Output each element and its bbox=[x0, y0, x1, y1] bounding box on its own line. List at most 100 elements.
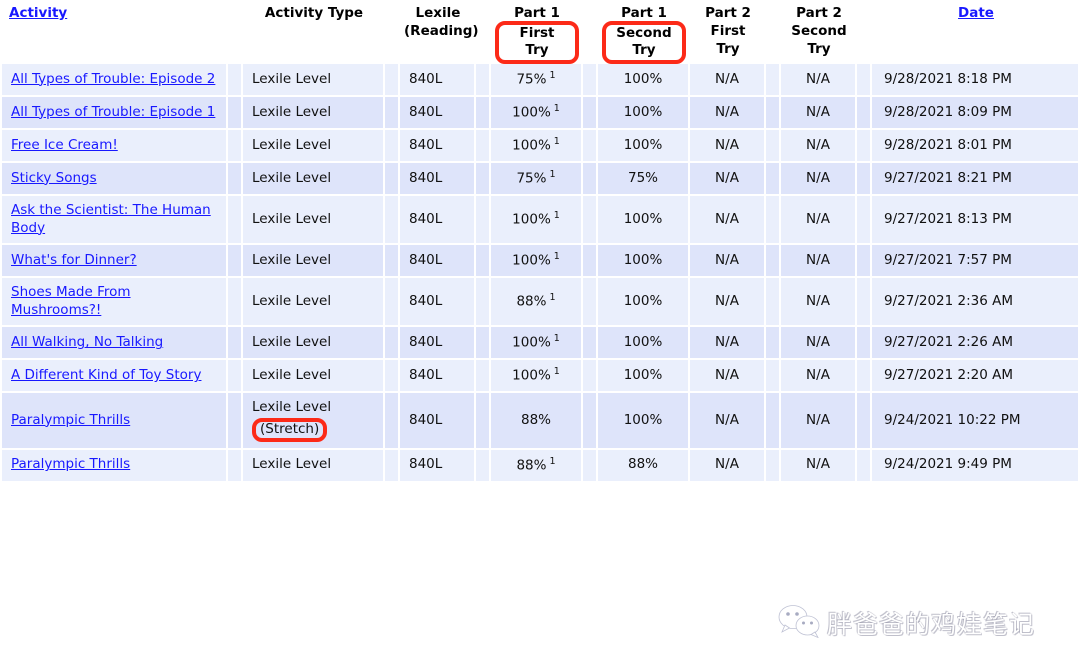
cell-lexile: 840L bbox=[400, 449, 476, 483]
cell-activity-type: Lexile Level bbox=[243, 163, 385, 197]
cell-spacer-5 bbox=[766, 97, 781, 131]
cell-lexile: 840L bbox=[400, 393, 476, 450]
activity-link[interactable]: Paralympic Thrills bbox=[11, 412, 130, 428]
lexile-value: 840L bbox=[409, 334, 443, 351]
part2-first-try-value: N/A bbox=[715, 411, 739, 428]
activity-link[interactable]: Paralympic Thrills bbox=[11, 456, 130, 472]
activity-link[interactable]: Shoes Made From Mushrooms?! bbox=[11, 284, 131, 318]
lexile-value: 840L bbox=[409, 210, 443, 227]
cell-spacer-3 bbox=[476, 360, 491, 394]
cell-part2-first-try: N/A bbox=[690, 245, 766, 279]
cell-date: 9/27/2021 2:26 AM bbox=[872, 327, 1080, 361]
cell-activity: A Different Kind of Toy Story bbox=[0, 360, 228, 394]
table-row: Ask the Scientist: The Human Body Lexile … bbox=[0, 196, 1080, 246]
part2-first-try-value: N/A bbox=[715, 367, 739, 384]
cell-spacer-2 bbox=[385, 97, 400, 131]
cell-spacer-4 bbox=[583, 97, 598, 131]
cell-spacer-3 bbox=[476, 327, 491, 361]
part2-second-try-value: N/A bbox=[806, 70, 830, 87]
activity-link[interactable]: A Different Kind of Toy Story bbox=[11, 367, 201, 383]
cell-activity: Free Ice Cream! bbox=[0, 130, 228, 164]
table-header: Activity Activity Type Lexile (Reading) … bbox=[0, 0, 1080, 64]
cell-part1-first-try: 100% 1 bbox=[491, 130, 583, 164]
column-header-date[interactable]: Date bbox=[872, 0, 1080, 64]
part1-second-try-value: 100% bbox=[623, 136, 663, 153]
cell-part1-first-try: 88% bbox=[491, 393, 583, 450]
part2-second-line2: Second bbox=[791, 23, 847, 40]
cell-spacer-2 bbox=[385, 163, 400, 197]
cell-spacer-6 bbox=[857, 393, 872, 450]
date-sort-link[interactable]: Date bbox=[958, 5, 994, 21]
part2-first-line3: Try bbox=[716, 41, 740, 58]
cell-activity-type: Lexile Level bbox=[243, 360, 385, 394]
footnote-marker: 1 bbox=[549, 292, 556, 304]
table-row: All Walking, No Talking Lexile Level 840L 1… bbox=[0, 327, 1080, 361]
cell-part1-second-try: 100% bbox=[598, 245, 690, 279]
cell-spacer-6 bbox=[857, 245, 872, 279]
part2-second-try-value: N/A bbox=[806, 252, 830, 268]
part1-second-try-value: 75% bbox=[627, 169, 658, 186]
column-header-activity[interactable]: Activity bbox=[0, 0, 228, 64]
part1-first-try-value: 100% bbox=[512, 334, 551, 351]
activity-type-value: Lexile Level bbox=[252, 103, 332, 120]
cell-part1-first-try: 100% 1 bbox=[491, 327, 583, 361]
cell-part2-second-try: N/A bbox=[781, 196, 857, 246]
cell-spacer-6 bbox=[857, 278, 872, 328]
cell-spacer-5 bbox=[766, 63, 781, 98]
part2-first-line2: First bbox=[710, 23, 746, 40]
part1-second-try-value: 100% bbox=[623, 252, 663, 268]
part1-second-try-value: 100% bbox=[623, 103, 663, 120]
activity-link[interactable]: Free Ice Cream! bbox=[11, 137, 118, 153]
cell-spacer-1 bbox=[228, 360, 243, 394]
lexile-value: 840L bbox=[409, 367, 443, 384]
column-header-lexile: Lexile (Reading) bbox=[400, 0, 479, 64]
first-try-highlight-box: First Try bbox=[495, 21, 579, 64]
cell-part2-first-try: N/A bbox=[690, 130, 766, 164]
activity-sort-link[interactable]: Activity bbox=[9, 5, 67, 21]
part2-first-try-value: N/A bbox=[715, 334, 739, 351]
activity-link[interactable]: All Types of Trouble: Episode 2 bbox=[11, 71, 215, 87]
header-spacer-1 bbox=[228, 0, 243, 64]
date-value: 9/24/2021 10:22 PM bbox=[884, 411, 1021, 428]
part1-first-try-value: 75% bbox=[516, 71, 547, 88]
cell-spacer-3 bbox=[476, 449, 491, 483]
footnote-marker: 1 bbox=[553, 251, 560, 263]
footnote-marker: 1 bbox=[549, 169, 556, 181]
activity-link[interactable]: Sticky Songs bbox=[11, 170, 97, 186]
part2-first-try-value: N/A bbox=[715, 103, 739, 120]
activity-type-value: Lexile Level bbox=[252, 136, 332, 153]
date-value: 9/27/2021 2:26 AM bbox=[884, 334, 1014, 351]
cell-part2-first-try: N/A bbox=[690, 360, 766, 394]
part1-second-try-value: 100% bbox=[623, 411, 663, 428]
cell-part2-first-try: N/A bbox=[690, 393, 766, 450]
column-header-part2-second-try: Part 2 Second Try bbox=[781, 0, 857, 64]
cell-part1-first-try: 88% 1 bbox=[491, 449, 583, 483]
activity-link[interactable]: What's for Dinner? bbox=[11, 252, 137, 268]
cell-spacer-3 bbox=[476, 245, 491, 279]
cell-activity-type: Lexile Level (Stretch) bbox=[243, 393, 385, 450]
cell-activity: What's for Dinner? bbox=[0, 245, 228, 279]
part2-first-try-value: N/A bbox=[715, 169, 739, 186]
part1-second-try-value: 88% bbox=[627, 456, 658, 473]
cell-spacer-1 bbox=[228, 449, 243, 483]
cell-part2-second-try: N/A bbox=[781, 360, 857, 394]
footnote-marker: 1 bbox=[553, 333, 560, 345]
part1-first-try-value: 88% bbox=[516, 457, 547, 474]
activity-report-table: Activity Activity Type Lexile (Reading) … bbox=[0, 0, 1080, 483]
activity-link[interactable]: Ask the Scientist: The Human Body bbox=[11, 202, 211, 236]
activity-link[interactable]: All Walking, No Talking bbox=[11, 334, 163, 350]
lexile-value: 840L bbox=[409, 169, 443, 186]
date-value: 9/27/2021 8:13 PM bbox=[884, 210, 1012, 227]
part2-second-try-value: N/A bbox=[806, 411, 830, 428]
date-value: 9/27/2021 8:21 PM bbox=[884, 169, 1012, 186]
cell-spacer-4 bbox=[583, 327, 598, 361]
cell-spacer-5 bbox=[766, 393, 781, 450]
activity-link[interactable]: All Types of Trouble: Episode 1 bbox=[11, 104, 215, 120]
column-header-activity-type: Activity Type bbox=[243, 0, 385, 64]
cell-date: 9/28/2021 8:09 PM bbox=[872, 97, 1080, 131]
part1-second-try-value: 100% bbox=[623, 293, 663, 310]
lexile-value: 840L bbox=[409, 293, 443, 310]
cell-part2-second-try: N/A bbox=[781, 278, 857, 328]
table-row: Paralympic Thrills Lexile Level 840L 88% 1 88… bbox=[0, 449, 1080, 483]
cell-activity-type: Lexile Level bbox=[243, 97, 385, 131]
